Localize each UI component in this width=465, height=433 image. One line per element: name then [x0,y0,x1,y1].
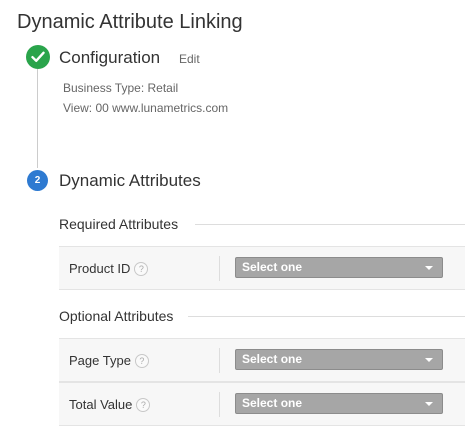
attribute-row-product-id: Product ID? Select one [59,246,465,290]
edit-configuration-link[interactable]: Edit [179,52,200,66]
section-divider [188,316,465,317]
step-complete-check-icon [26,45,50,69]
select-value: Select one [242,396,303,410]
attribute-row-page-type: Page Type? Select one [59,338,465,382]
select-value: Select one [242,352,303,366]
product-id-select[interactable]: Select one [235,257,443,278]
attribute-label: Page Type? [69,353,149,368]
step-dynamic-attributes-title: Dynamic Attributes [59,171,201,190]
help-icon[interactable]: ? [134,354,149,368]
section-divider [195,224,465,225]
row-divider [219,392,220,417]
attribute-label: Total Value? [69,397,151,412]
caret-down-icon [425,358,433,362]
row-divider [219,348,220,373]
required-attributes-heading: Required Attributes [59,216,189,232]
attribute-label-text: Total Value [69,397,133,412]
step-configuration-title: Configuration [59,48,161,67]
help-icon[interactable]: ? [134,262,149,276]
caret-down-icon [425,402,433,406]
page-title: Dynamic Attribute Linking [17,11,243,33]
page-type-select[interactable]: Select one [235,349,443,370]
business-type-summary: Business Type: Retail [63,81,179,95]
step-number-badge: 2 [27,170,48,191]
select-value: Select one [242,260,303,274]
attribute-label-text: Product ID [69,261,131,276]
attribute-label-text: Page Type [69,353,131,368]
view-summary: View: 00 www.lunametrics.com [63,101,229,115]
total-value-select[interactable]: Select one [235,393,443,414]
step-connector-line [37,69,38,168]
help-icon[interactable]: ? [136,398,151,412]
optional-attributes-heading: Optional Attributes [59,308,184,324]
attribute-row-total-value: Total Value? Select one [59,382,465,426]
caret-down-icon [425,266,433,270]
attribute-label: Product ID? [69,261,149,276]
row-divider [219,256,220,281]
